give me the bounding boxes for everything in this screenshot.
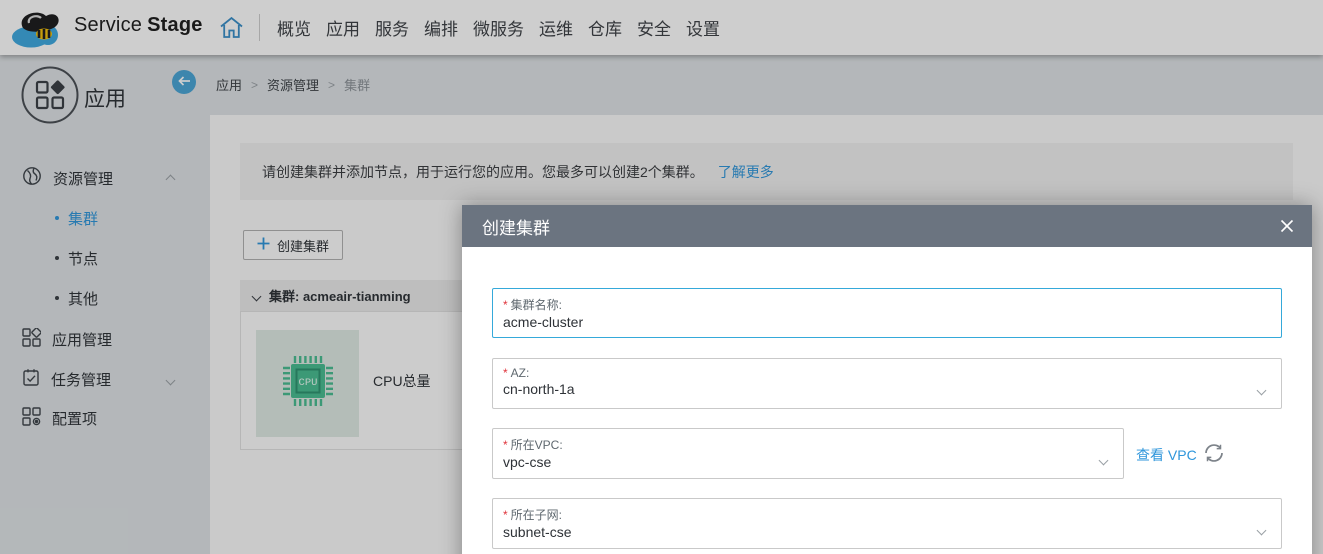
vpc-selected-value: vpc-cse: [503, 454, 1123, 470]
field-cluster-name: * 集群名称:: [492, 288, 1282, 338]
field-subnet-select[interactable]: * 所在子网: subnet-cse: [492, 498, 1282, 549]
az-selected-value: cn-north-1a: [503, 381, 1281, 397]
field-label: * 所在VPC:: [503, 436, 1123, 453]
field-label: * AZ:: [503, 366, 1281, 380]
create-cluster-modal: 创建集群 * 集群名称: * AZ: cn-north-1a: [462, 205, 1312, 554]
modal-title: 创建集群: [482, 214, 550, 239]
modal-header: 创建集群: [462, 205, 1312, 247]
field-label: * 集群名称:: [503, 296, 1281, 313]
subnet-selected-value: subnet-cse: [503, 524, 1281, 540]
close-icon[interactable]: [1278, 217, 1296, 235]
view-vpc-link[interactable]: 查看 VPC: [1136, 445, 1197, 465]
field-vpc-select[interactable]: * 所在VPC: vpc-cse: [492, 428, 1124, 479]
required-mark: *: [503, 366, 508, 380]
chevron-down-icon: [1258, 381, 1265, 399]
cluster-name-input[interactable]: [503, 314, 1243, 330]
chevron-down-icon: [1100, 451, 1107, 469]
required-mark: *: [503, 438, 508, 452]
required-mark: *: [503, 298, 508, 312]
chevron-down-icon: [1258, 521, 1265, 539]
required-mark: *: [503, 508, 508, 522]
field-az-select[interactable]: * AZ: cn-north-1a: [492, 358, 1282, 409]
refresh-icon[interactable]: [1202, 441, 1226, 470]
servicestage-console: ServiceStage 概览 应用 服务 编排 微服务 运维 仓库 安全 设置: [0, 0, 1323, 554]
field-label: * 所在子网:: [503, 506, 1281, 523]
